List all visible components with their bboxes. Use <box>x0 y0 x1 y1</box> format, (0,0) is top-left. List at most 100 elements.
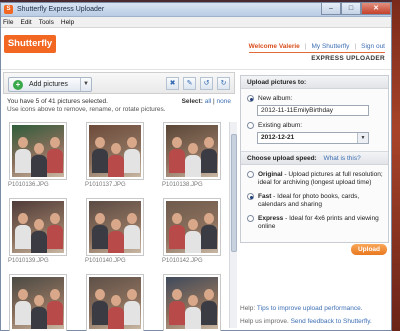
rename-icon[interactable]: ✎ <box>183 77 196 90</box>
photo-figure-body <box>92 225 108 249</box>
hint-text: Use icons above to remove, rename, or ro… <box>7 106 166 113</box>
help-label: Help: <box>240 305 256 312</box>
rotate-right-icon[interactable]: ↻ <box>217 77 230 90</box>
select-none-link[interactable]: none <box>217 98 231 105</box>
photo-figure <box>188 143 198 154</box>
photo-filename: P1010139.JPG <box>8 258 49 264</box>
photo-figure <box>18 213 28 224</box>
original-speed-radio[interactable] <box>247 171 254 178</box>
photo-figure <box>50 213 60 224</box>
photo-frame <box>9 274 67 331</box>
photo-figure-body <box>124 225 140 249</box>
photo-figure <box>18 289 28 300</box>
photo-figure <box>95 213 105 224</box>
chevron-down-icon[interactable]: ▼ <box>357 133 368 143</box>
photo-thumbnail[interactable]: P1010138.JPG <box>161 122 231 193</box>
photo-figure <box>34 219 44 230</box>
photo-figure-body <box>169 301 185 325</box>
my-shutterfly-link[interactable]: My Shutterfly <box>312 43 350 50</box>
chevron-down-icon[interactable]: ▼ <box>80 78 91 91</box>
photo-thumbnail[interactable]: P1010145.JPG <box>161 274 231 331</box>
photo-filename: P1010142.JPG <box>162 258 203 264</box>
photo-figure <box>188 219 198 230</box>
photo-grid-scrollbar[interactable] <box>229 122 237 328</box>
sign-out-link[interactable]: Sign out <box>361 43 385 50</box>
photo-thumbnail[interactable]: P1010140.JPG <box>84 198 154 269</box>
close-button[interactable]: ✕ <box>361 2 391 15</box>
photo-figure <box>111 219 121 230</box>
photo-figure-body <box>31 231 47 253</box>
photo-figure <box>172 213 182 224</box>
maximize-button[interactable]: □ <box>341 2 361 15</box>
photo-figure-body <box>124 149 140 173</box>
photo-thumbnail[interactable]: P1010143.JPG <box>7 274 77 331</box>
menu-help[interactable]: Help <box>61 19 74 26</box>
upload-options-panel: Upload pictures to: New album: 2012-11-1… <box>240 75 389 243</box>
photo-thumbnail[interactable]: P1010136.JPG <box>7 122 77 193</box>
photo-grid: P1010136.JPG P1010137.JPG P1010138.JPG P101… <box>7 122 231 331</box>
fast-speed-label: Fast - Ideal for photo books, cards, cal… <box>258 193 388 209</box>
photo-figure <box>50 289 60 300</box>
existing-album-radio[interactable] <box>247 122 254 129</box>
photo-filename: P1010138.JPG <box>162 182 203 188</box>
add-icon: + <box>13 79 23 90</box>
app-icon: S <box>4 5 13 14</box>
express-speed-radio[interactable] <box>247 215 254 222</box>
photo-figure-body <box>124 301 140 325</box>
photo-frame <box>9 122 67 180</box>
express-name: Express <box>258 215 284 222</box>
photo-figure <box>111 295 121 306</box>
feedback-line: Help us improve. Send feedback to Shutte… <box>240 318 372 325</box>
rotate-left-icon[interactable]: ↺ <box>200 77 213 90</box>
photo-figure-body <box>169 225 185 249</box>
welcome-text: Welcome Valerie <box>248 43 300 50</box>
photo-figure-body <box>201 149 217 173</box>
photo-frame <box>86 274 144 331</box>
photo-figure-body <box>47 225 63 249</box>
photo-figure-body <box>108 231 124 253</box>
new-album-input[interactable]: 2012-11-11EmilyBirthday <box>257 105 369 116</box>
upload-button[interactable]: Upload <box>351 244 387 255</box>
menu-tools[interactable]: Tools <box>39 19 54 26</box>
select-all-link[interactable]: all <box>205 98 212 105</box>
add-pictures-label: Add pictures <box>29 81 68 88</box>
separator: | <box>304 43 307 50</box>
add-pictures-button[interactable]: + Add pictures ▼ <box>8 77 92 92</box>
menu-edit[interactable]: Edit <box>20 19 31 26</box>
photo-figure-body <box>47 149 63 173</box>
photo-figure-body <box>201 225 217 249</box>
original-speed-label: Original - Upload pictures at full resol… <box>258 171 388 187</box>
photo-thumbnail[interactable]: P1010137.JPG <box>84 122 154 193</box>
tips-link[interactable]: Tips to improve upload performance. <box>257 305 363 312</box>
scrollbar-thumb[interactable] <box>231 134 237 252</box>
fast-speed-radio[interactable] <box>247 193 254 200</box>
photo-figure-body <box>47 301 63 325</box>
photo-figure-body <box>185 231 201 253</box>
photo-figure-body <box>185 307 201 329</box>
photo-figure-body <box>169 149 185 173</box>
feedback-link[interactable]: Send feedback to Shutterfly. <box>291 318 372 325</box>
photo-image <box>89 277 141 329</box>
photo-thumbnail[interactable]: P1010144.JPG <box>84 274 154 331</box>
photo-image <box>166 277 218 329</box>
photo-thumbnail[interactable]: P1010142.JPG <box>161 198 231 269</box>
existing-album-select[interactable]: 2012-12-21 ▼ <box>257 132 369 144</box>
photo-thumbnail[interactable]: P1010139.JPG <box>7 198 77 269</box>
photo-remove-icon[interactable]: ✖ <box>166 77 179 90</box>
existing-album-value: 2012-12-21 <box>261 134 295 141</box>
what-is-this-link[interactable]: What is this? <box>324 155 361 162</box>
help-line: Help: Tips to improve upload performance… <box>240 305 363 312</box>
minimize-button[interactable]: – <box>321 2 341 15</box>
photo-figure-body <box>92 301 108 325</box>
upload-speed-label: Choose upload speed: <box>247 155 317 162</box>
photo-figure-body <box>92 149 108 173</box>
selection-status: You have 5 of 41 pictures selected. Sele… <box>3 98 235 105</box>
shutterfly-logo: Shutterfly <box>4 35 56 53</box>
title-bar[interactable]: S Shutterfly Express Uploader – □ ✕ <box>1 2 391 17</box>
new-album-radio[interactable] <box>247 95 254 102</box>
express-uploader-label: EXPRESS UPLOADER <box>311 55 385 62</box>
menu-file[interactable]: File <box>3 19 13 26</box>
photo-image <box>12 277 64 329</box>
photo-figure-body <box>201 301 217 325</box>
photo-image <box>12 125 64 177</box>
